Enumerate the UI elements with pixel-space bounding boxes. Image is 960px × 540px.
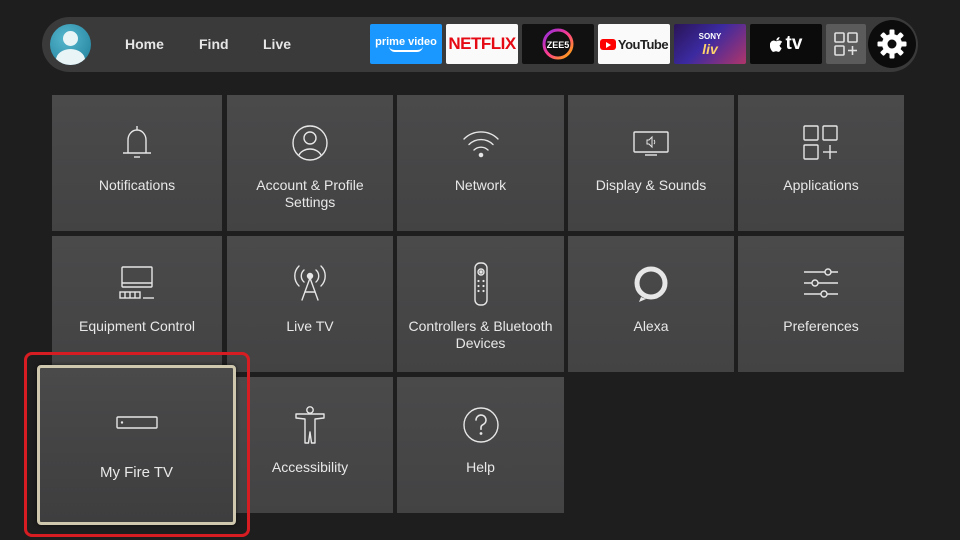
wifi-icon (462, 131, 499, 158)
help-icon (462, 407, 499, 443)
tile-account-profile-label: Account & Profile Settings (256, 177, 364, 210)
top-nav-bar: Home Find Live prime video NETFLIX ZEE5 … (42, 17, 918, 72)
tile-live-tv[interactable]: Live TV (227, 236, 393, 372)
tile-applications[interactable]: Applications (738, 95, 904, 231)
display-icon (633, 131, 669, 156)
firetv-stick-icon (115, 416, 158, 429)
alexa-ring-icon (634, 266, 668, 302)
app-sonyliv[interactable]: SONY liv (674, 24, 746, 64)
prime-smile-icon (389, 46, 423, 52)
tile-display-sounds[interactable]: Display & Sounds (568, 95, 734, 231)
tile-account-profile[interactable]: Account & Profile Settings (227, 95, 393, 231)
nav-home[interactable]: Home (125, 36, 164, 52)
app-apple-tv-label: tv (785, 33, 803, 54)
nav-live[interactable]: Live (263, 36, 291, 52)
settings-button[interactable] (868, 20, 916, 68)
tile-equipment-control-label: Equipment Control (79, 318, 195, 334)
sliders-icon (804, 268, 838, 298)
avatar-body (56, 49, 85, 65)
settings-gear-icon (877, 29, 907, 59)
youtube-play-icon (599, 38, 616, 50)
antenna-icon (294, 265, 326, 301)
tile-display-sounds-label: Display & Sounds (595, 177, 707, 193)
app-youtube[interactable]: YouTube (598, 24, 670, 64)
computer-icon (119, 266, 154, 299)
tile-controllers-bluetooth[interactable]: Controllers & Bluetooth Devices (397, 236, 564, 372)
app-netflix[interactable]: NETFLIX (446, 24, 518, 64)
all-apps-button[interactable] (826, 24, 866, 64)
tile-my-fire-tv[interactable]: My Fire TV (37, 365, 236, 525)
tile-equipment-control[interactable]: Equipment Control (52, 236, 222, 372)
app-netflix-label: NETFLIX (448, 34, 516, 53)
remote-icon (473, 262, 488, 306)
zee5-logo-icon: ZEE5 (542, 28, 574, 60)
tile-preferences[interactable]: Preferences (738, 236, 904, 372)
tile-notifications-label: Notifications (98, 177, 176, 193)
app-youtube-label: YouTube (617, 36, 669, 52)
tile-help[interactable]: Help (397, 377, 564, 513)
person-icon (292, 125, 328, 161)
tile-accessibility[interactable]: Accessibility (227, 377, 393, 513)
tile-help-label: Help (466, 459, 495, 475)
tile-controllers-bluetooth-label: Controllers & Bluetooth Devices (408, 318, 553, 351)
profile-avatar[interactable] (50, 24, 91, 65)
apple-logo-icon (769, 36, 782, 52)
app-zee5[interactable]: ZEE5 (522, 24, 594, 64)
tile-accessibility-label: Accessibility (271, 459, 349, 475)
tile-alexa-label: Alexa (633, 318, 669, 334)
app-prime-video[interactable]: prime video (370, 24, 442, 64)
tile-network-label: Network (454, 177, 507, 193)
accessibility-icon (295, 406, 325, 444)
nav-find[interactable]: Find (199, 36, 229, 52)
app-sonyliv-top: SONY (698, 31, 722, 41)
app-apple-tv[interactable]: tv (750, 24, 822, 64)
tile-notifications[interactable]: Notifications (52, 95, 222, 231)
avatar-head (63, 31, 78, 46)
tile-preferences-label: Preferences (783, 318, 859, 334)
zee5-logo-text: ZEE5 (547, 40, 570, 50)
tile-network[interactable]: Network (397, 95, 564, 231)
apps-grid-icon (803, 125, 838, 160)
bell-icon (123, 126, 151, 158)
tile-live-tv-label: Live TV (286, 318, 334, 334)
tile-applications-label: Applications (783, 177, 859, 193)
app-sonyliv-bottom: liv (702, 40, 718, 57)
all-apps-icon (834, 32, 858, 56)
tile-my-fire-tv-label: My Fire TV (99, 464, 174, 481)
tile-alexa[interactable]: Alexa (568, 236, 734, 372)
